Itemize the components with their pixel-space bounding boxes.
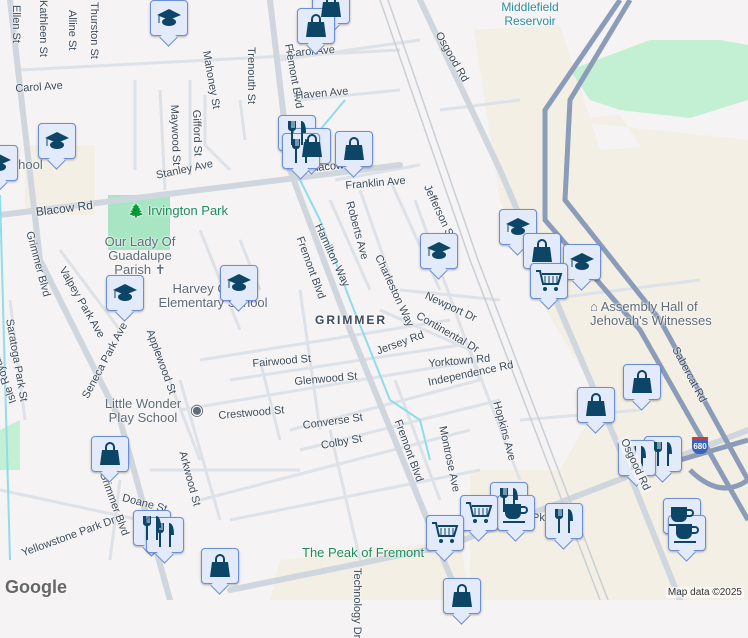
- street-label: Ellen St: [10, 5, 22, 43]
- place-our-lady[interactable]: Our Lady Of Guadalupe Parish ✝: [92, 235, 188, 277]
- map-attribution[interactable]: Map data ©2025: [665, 587, 744, 598]
- street-label: Gifford St: [190, 109, 204, 157]
- shopping-bag-icon: [209, 554, 231, 578]
- shopping-bag-icon: [451, 584, 473, 608]
- school-marker[interactable]: [150, 0, 188, 36]
- neighborhood-grimmer: GRIMMER: [315, 313, 387, 327]
- school-icon: [569, 252, 595, 272]
- place-peak[interactable]: The Peak of Fremont: [302, 545, 424, 560]
- school-marker[interactable]: [220, 265, 258, 301]
- school-icon: [0, 153, 12, 173]
- school-icon: [156, 8, 182, 28]
- hall-icon: ⌂: [590, 299, 598, 314]
- shopping-bag-icon: [585, 393, 607, 417]
- place-middlefield[interactable]: Middlefield Reservoir: [490, 0, 570, 28]
- street-label: Trenouth St: [245, 47, 257, 105]
- school-icon: [505, 217, 531, 237]
- cart-marker[interactable]: [530, 263, 568, 299]
- place-assembly-hall[interactable]: ⌂ Assembly Hall of Jehovah's Witnesses: [590, 300, 748, 328]
- school-marker[interactable]: [106, 275, 144, 311]
- church-icon: ✝: [154, 262, 166, 277]
- street-label: Thurston St: [88, 2, 100, 59]
- coffee-icon: [673, 522, 701, 544]
- cart-marker[interactable]: [426, 515, 464, 551]
- shopping-bag-icon: [305, 14, 327, 38]
- cart-marker[interactable]: [460, 495, 498, 531]
- restaurant-icon: [154, 522, 176, 548]
- place-little-wonder[interactable]: Little Wonder Play School: [100, 397, 186, 425]
- bag-marker[interactable]: [91, 436, 129, 472]
- marker-dot-icon: ◉: [190, 402, 204, 419]
- school-marker[interactable]: [563, 244, 601, 280]
- shopping-bag-icon: [99, 442, 121, 466]
- bag-marker[interactable]: [201, 548, 239, 584]
- restaurant-icon: [553, 508, 575, 534]
- street-label: Maywood St: [168, 104, 183, 166]
- shopping-bag-icon: [343, 137, 365, 161]
- street-label: Alline St: [66, 10, 78, 51]
- restaurant-icon: [290, 138, 312, 164]
- shopping-bag-icon: [631, 370, 653, 394]
- bag-marker[interactable]: [443, 578, 481, 614]
- place-label: Irvington Park: [147, 203, 229, 218]
- school-icon: [44, 131, 70, 151]
- place-irvington-park[interactable]: 🌲 Irvington Park: [128, 203, 228, 219]
- place-label: Assembly Hall of Jehovah's Witnesses: [590, 299, 712, 328]
- street-label: Kathleen St: [37, 0, 49, 57]
- bag-marker[interactable]: [577, 387, 615, 423]
- fork-marker[interactable]: [545, 503, 583, 539]
- shopping-cart-icon: [431, 521, 459, 545]
- school-icon: [426, 241, 452, 261]
- school-icon: [226, 273, 252, 293]
- bag-marker[interactable]: [335, 131, 373, 167]
- restaurant-icon: [652, 441, 674, 467]
- shopping-cart-icon: [535, 269, 563, 293]
- school-icon: [112, 283, 138, 303]
- school-marker[interactable]: [0, 145, 18, 181]
- coffee-icon: [502, 502, 530, 524]
- bag-marker[interactable]: [623, 364, 661, 400]
- school-marker[interactable]: [420, 233, 458, 269]
- tree-icon: 🌲: [128, 203, 145, 218]
- shopping-cart-icon: [465, 501, 493, 525]
- google-logo: Google: [5, 577, 67, 597]
- shopping-bag-icon: [531, 239, 553, 263]
- street-label: Technology Dr: [351, 568, 363, 638]
- interstate-680-shield: 680: [692, 437, 708, 454]
- school-marker[interactable]: [38, 123, 76, 159]
